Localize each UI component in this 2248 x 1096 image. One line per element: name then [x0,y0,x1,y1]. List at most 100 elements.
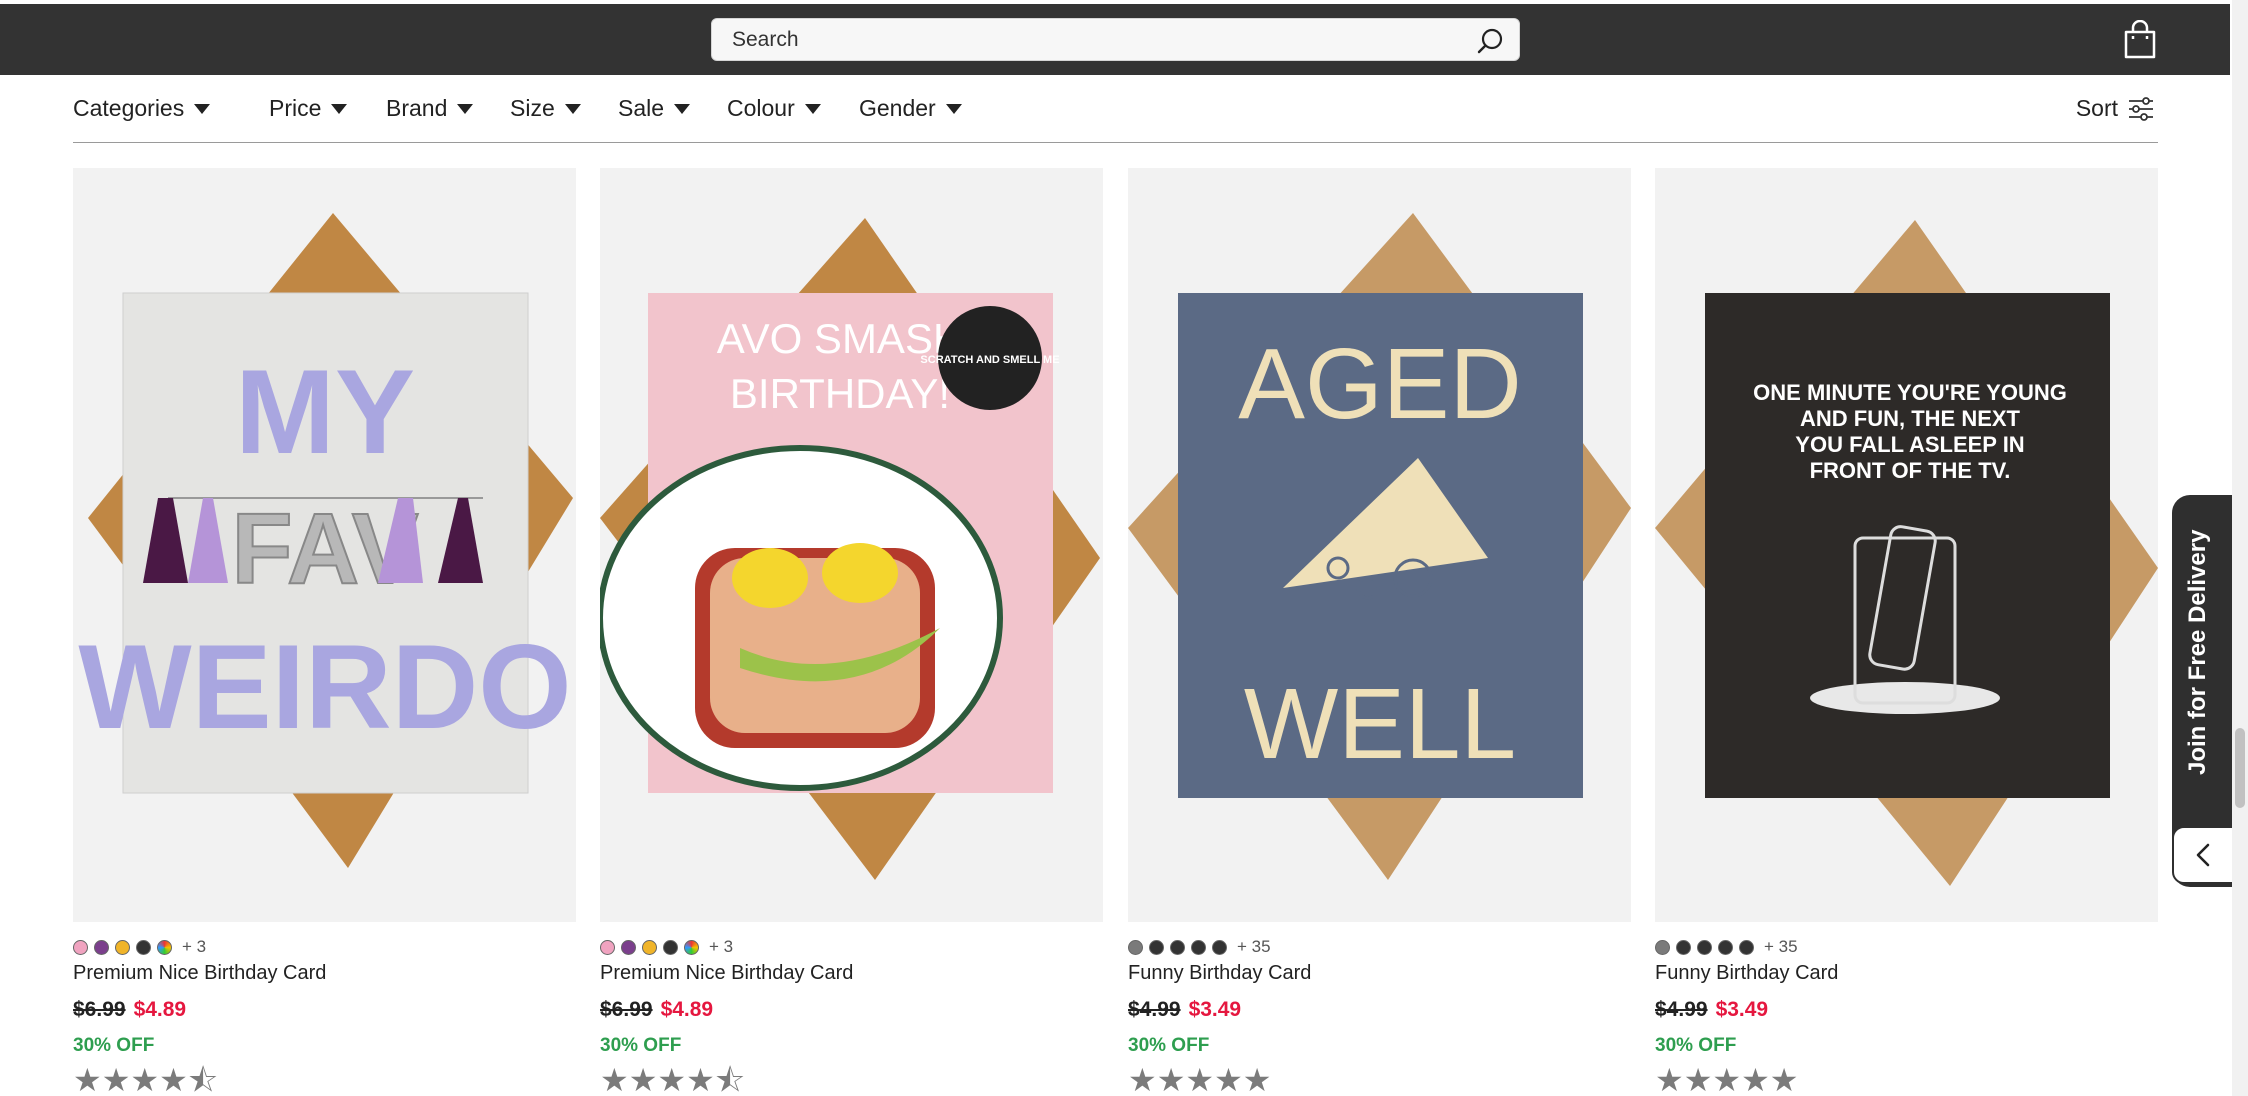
product-card[interactable]: AVO SMASH BIRTHDAY! SCRATCH AND SMELL ME [600,168,1103,922]
collapse-tab-button[interactable] [2172,826,2234,884]
search-box[interactable] [711,18,1520,61]
swatch-black[interactable] [1676,939,1691,955]
rating-stars: ★★★★⯪ [600,1062,746,1096]
filter-gender[interactable]: Gender [859,95,962,122]
search-icon[interactable] [1477,27,1505,55]
product-price: $6.99 $4.89 [73,998,186,1022]
card-illustration: ONE MINUTE YOU'RE YOUNG AND FUN, THE NEX… [1655,220,2158,886]
sale-price: $4.89 [660,998,714,1021]
filter-label: Categories [73,95,185,121]
sale-price: $3.49 [1715,998,1769,1021]
swatch-black[interactable] [1697,939,1712,955]
product-image[interactable]: ONE MINUTE YOU'RE YOUNG AND FUN, THE NEX… [1655,168,2158,922]
more-colours[interactable]: + 35 [1764,937,1798,957]
sort-button[interactable]: Sort [2076,95,2154,122]
caret-down-icon [194,103,211,114]
swatch-yellow[interactable] [642,939,657,955]
product-name[interactable]: Premium Nice Birthday Card [600,962,853,985]
discount-label: 30% OFF [1128,1035,1210,1056]
product-image[interactable]: AGED WELL [1128,168,1631,922]
caret-down-icon [331,103,348,114]
header-bar [0,4,2230,75]
swatch-black[interactable] [1191,939,1206,955]
card-illustration: AGED WELL [1128,213,1631,880]
filter-sale[interactable]: Sale [618,95,691,122]
product-name[interactable]: Premium Nice Birthday Card [73,962,326,985]
swatch-black[interactable] [663,939,678,955]
filter-label: Sale [618,95,665,121]
colour-swatches: + 3 [73,937,206,957]
swatch-pink[interactable] [600,939,615,955]
caret-down-icon [674,103,691,114]
sale-price: $4.89 [133,998,187,1021]
filter-size[interactable]: Size [510,95,581,122]
swatch-pink[interactable] [73,939,88,955]
filter-label: Colour [727,95,795,121]
product-price: $4.99 $3.49 [1128,998,1241,1022]
card-text: FRONT OF THE TV. [1810,458,2011,483]
sale-price: $3.49 [1188,998,1242,1021]
card-text: AGED [1238,328,1521,440]
colour-swatches: + 35 [1128,937,1271,957]
swatch-black[interactable] [136,939,151,955]
swatch-yellow[interactable] [115,939,130,955]
shopping-bag-icon[interactable] [2122,20,2158,60]
discount-label: 30% OFF [73,1035,155,1056]
original-price: $4.99 [1128,998,1181,1021]
product-card[interactable]: MY FAV WEIRDO [73,168,576,922]
swatch-black[interactable] [1739,939,1754,955]
chevron-left-icon [2196,843,2210,867]
product-price: $4.99 $3.49 [1655,998,1768,1022]
sort-label: Sort [2075,95,2118,121]
free-delivery-tab[interactable]: Join for Free Delivery [2172,495,2234,887]
filter-categories[interactable]: Categories [73,95,211,122]
swatch-purple[interactable] [621,939,636,955]
free-delivery-label: Join for Free Delivery [2184,529,2211,775]
colour-swatches: + 3 [600,937,733,957]
rating-stars: ★★★★★ [1128,1062,1272,1096]
more-colours[interactable]: + 35 [1237,937,1271,957]
swatch-black[interactable] [1170,939,1185,955]
swatch-grey[interactable] [1128,939,1143,955]
swatch-black[interactable] [1149,939,1164,955]
search-input[interactable] [732,19,1452,60]
caret-down-icon [457,103,474,114]
filter-brand[interactable]: Brand [386,95,474,122]
filter-colour[interactable]: Colour [727,95,821,122]
caret-down-icon [564,103,581,114]
scrollbar-thumb[interactable] [2235,728,2245,808]
card-text: YOU FALL ASLEEP IN [1795,432,2024,457]
discount-label: 30% OFF [600,1035,682,1056]
product-card[interactable]: AGED WELL [1128,168,1631,922]
original-price: $4.99 [1655,998,1708,1021]
original-price: $6.99 [73,998,126,1021]
product-name[interactable]: Funny Birthday Card [1128,962,1311,985]
filter-label: Brand [386,95,448,121]
card-text: WEIRDO [78,620,571,754]
product-name[interactable]: Funny Birthday Card [1655,962,1838,985]
original-price: $6.99 [600,998,653,1021]
colour-swatches: + 35 [1655,937,1798,957]
swatch-rainbow[interactable] [157,939,172,955]
scrollbar[interactable] [2232,0,2248,1096]
caret-down-icon [945,103,962,114]
more-colours[interactable]: + 3 [182,937,206,957]
card-text: SCRATCH AND SMELL ME [920,354,1059,366]
discount-label: 30% OFF [1655,1035,1737,1056]
filter-label: Price [269,95,322,121]
card-illustration: AVO SMASH BIRTHDAY! SCRATCH AND SMELL ME [600,218,1100,880]
swatch-black[interactable] [1718,939,1733,955]
product-image[interactable]: MY FAV WEIRDO [73,168,576,922]
card-text: WELL [1244,668,1516,780]
card-illustration: MY FAV WEIRDO [78,213,573,868]
swatch-purple[interactable] [94,939,109,955]
product-image[interactable]: AVO SMASH BIRTHDAY! SCRATCH AND SMELL ME [600,168,1103,922]
filter-price[interactable]: Price [269,95,348,122]
swatch-rainbow[interactable] [684,939,699,955]
swatch-black[interactable] [1212,939,1227,955]
swatch-grey[interactable] [1655,939,1670,955]
more-colours[interactable]: + 3 [709,937,733,957]
product-card[interactable]: ONE MINUTE YOU'RE YOUNG AND FUN, THE NEX… [1655,168,2158,922]
rating-stars: ★★★★⯪ [73,1062,219,1096]
card-text: MY [235,345,415,479]
